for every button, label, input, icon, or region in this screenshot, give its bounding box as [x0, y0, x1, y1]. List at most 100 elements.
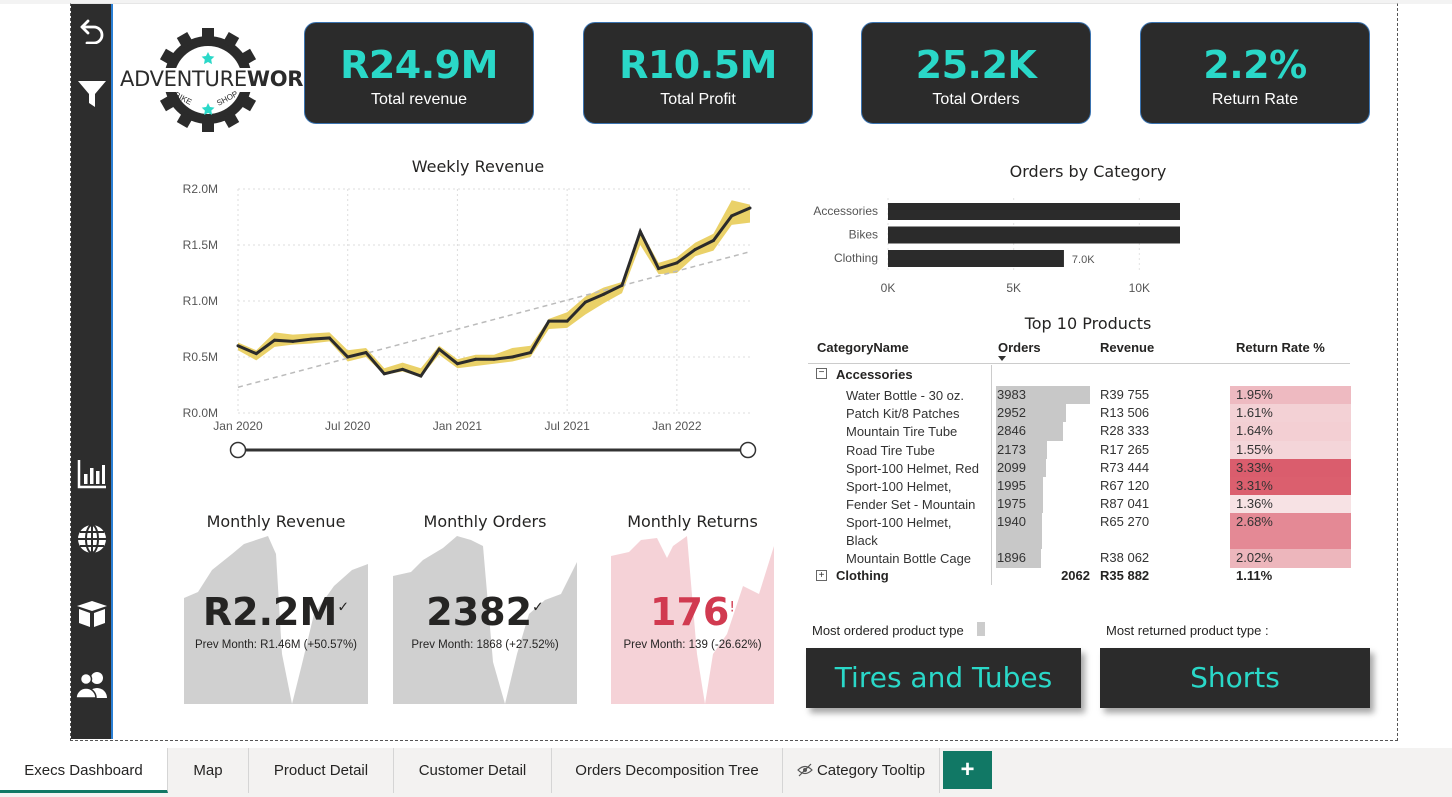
product-name: Sport-100 Helmet, Black: [846, 515, 952, 549]
revenue-point: [675, 261, 679, 265]
kpi-card-monthly-orders[interactable]: Monthly Orders 2382✓ Prev Month: 1868 (+27…: [393, 506, 577, 706]
x-tick-label: Jan 2021: [433, 419, 483, 433]
top10-title: Top 10 Products: [1024, 314, 1152, 333]
tab-category-tooltip[interactable]: Category Tooltip: [783, 748, 940, 793]
date-slider-end-handle[interactable]: [739, 441, 757, 459]
revenue-value: R17 265: [1100, 441, 1150, 457]
table-row[interactable]: Sport-100 Helmet, 1995 R67 120 3.31%: [808, 477, 1351, 496]
product-name: Road Tire Tube: [846, 442, 935, 458]
revenue-line: [237, 206, 751, 378]
card-title: Monthly Returns: [627, 512, 758, 531]
card-value: 176!: [650, 590, 735, 634]
revenue-point: [455, 362, 459, 366]
return-rate-value: 1.95%: [1236, 387, 1273, 402]
trend-line: [237, 250, 751, 388]
header-divider: [808, 363, 1350, 364]
revenue-point: [419, 374, 423, 378]
most-ordered-value[interactable]: Tires and Tubes: [806, 648, 1081, 708]
col-header-orders[interactable]: Orders: [998, 340, 1041, 355]
category-label: Bikes: [849, 228, 878, 242]
orders-value: 2099: [997, 459, 1026, 475]
return-rate-value: 1.64%: [1236, 423, 1273, 439]
most-returned-value[interactable]: Shorts: [1100, 648, 1370, 708]
category-label: Clothing: [834, 251, 878, 265]
most-ordered-label: Most ordered product type: [812, 623, 964, 638]
revenue-point: [638, 230, 642, 234]
orders-value: 1940: [997, 514, 1026, 530]
most-returned-label: Most returned product type :: [1106, 623, 1269, 638]
table-row[interactable]: Mountain Bottle Cage 1896 R38 062 2.02%: [808, 549, 1351, 568]
kpi-card-monthly-returns[interactable]: Monthly Returns 176! Prev Month: 139 (-26.…: [611, 506, 774, 706]
category-bar[interactable]: [888, 203, 1180, 220]
table-row[interactable]: Patch Kit/8 Patches 2952 R13 506 1.61%: [808, 404, 1351, 423]
revenue-point: [474, 357, 478, 361]
bar-chart-icon[interactable]: [71, 456, 113, 492]
weekly-revenue-title: Weekly Revenue: [411, 157, 545, 176]
tab-orders-decomposition-tree[interactable]: Orders Decomposition Tree: [552, 748, 783, 793]
x-tick-label: 0K: [881, 281, 896, 295]
product-name: Patch Kit/8 Patches: [846, 406, 960, 422]
tab-customer-detail[interactable]: Customer Detail: [394, 748, 552, 793]
revenue-point: [236, 344, 240, 348]
kpi-card-monthly-revenue[interactable]: Monthly Revenue R2.2M✓ Prev Month: R1.46M …: [184, 506, 368, 706]
box-icon[interactable]: [71, 596, 113, 632]
table-row[interactable]: Fender Set - Mountain 1975 R87 041 1.36%: [808, 495, 1351, 514]
expand-icon[interactable]: +: [816, 570, 827, 581]
weekly-revenue-chart[interactable]: R2.0M R1.5M R1.0M R0.5M R0.0M Jan 2020 Jul 20…: [160, 176, 780, 466]
table-row[interactable]: Sport-100 Helmet, Red 2099 R73 444 3.33%: [808, 458, 1351, 477]
globe-icon[interactable]: [71, 521, 113, 557]
product-name: Sport-100 Helmet, Red: [846, 460, 979, 476]
revenue-value: R73 444: [1100, 459, 1150, 475]
logo-text: ADVENTUREWORKS: [120, 67, 334, 91]
col-header-return-rate[interactable]: Return Rate %: [1236, 340, 1325, 355]
card-subtitle: Prev Month: 1868 (+27.52%): [411, 639, 559, 651]
table-row[interactable]: Road Tire Tube 2173 R17 265 1.55%: [808, 440, 1351, 459]
table-row[interactable]: Mountain Tire Tube 2846 R28 333 1.64%: [808, 422, 1351, 441]
users-icon[interactable]: [71, 667, 113, 703]
revenue-point: [730, 214, 734, 218]
orders-by-category-title: Orders by Category: [1009, 162, 1167, 181]
add-page-button[interactable]: +: [943, 751, 992, 789]
orders-value: 2846: [997, 423, 1026, 439]
revenue-point: [401, 367, 405, 371]
revenue-value: R65 270: [1100, 514, 1150, 530]
product-name: Mountain Bottle Cage: [846, 551, 972, 567]
tab-map[interactable]: Map: [168, 748, 249, 793]
revenue-value: R13 506: [1100, 405, 1150, 421]
y-tick-label: R0.0M: [183, 406, 218, 420]
category-label: Accessories: [813, 204, 878, 218]
tab-product-detail[interactable]: Product Detail: [249, 748, 394, 793]
back-arrow-icon[interactable]: [71, 12, 113, 48]
collapse-icon[interactable]: −: [816, 368, 827, 379]
card-subtitle: Prev Month: 139 (-26.62%): [623, 639, 762, 651]
col-header-category[interactable]: CategoryName: [817, 340, 909, 355]
kpi-label: Total Orders: [932, 91, 1020, 108]
filter-icon[interactable]: [71, 76, 113, 112]
return-rate-value: 1.55%: [1236, 441, 1273, 457]
revenue-point: [693, 247, 697, 251]
y-tick-label: R1.5M: [183, 238, 218, 252]
kpi-value: R10.5M: [619, 43, 777, 87]
kpi-value: R24.9M: [340, 43, 498, 87]
x-tick-label: 10K: [1129, 281, 1150, 295]
tab-execs-dashboard[interactable]: Execs Dashboard: [0, 748, 168, 793]
date-slider-start-handle[interactable]: [229, 441, 247, 459]
orders-by-category-chart[interactable]: Accessories17.0KBikes13.9KClothing7.0K 0…: [800, 192, 1180, 304]
revenue-point: [437, 347, 441, 351]
y-tick-label: R0.5M: [183, 350, 218, 364]
kpi-value: 2.2%: [1203, 43, 1307, 87]
clothing-return-rate: 1.11%: [1236, 568, 1273, 583]
kpi-label: Total Profit: [660, 91, 736, 108]
revenue-point: [492, 357, 496, 361]
orders-value: 3983: [997, 387, 1026, 402]
table-row[interactable]: Water Bottle - 30 oz. 3983 R39 755 1.95%: [808, 386, 1351, 405]
table-row[interactable]: Sport-100 Helmet, Black 1940 R65 270 2.68%: [808, 513, 1351, 550]
category-bar[interactable]: [888, 226, 1180, 244]
y-tick-label: R2.0M: [183, 182, 218, 196]
orders-value: 2173: [997, 441, 1026, 457]
col-header-revenue[interactable]: Revenue: [1100, 340, 1154, 355]
card-title: Monthly Orders: [423, 512, 547, 531]
revenue-value: R87 041: [1100, 496, 1150, 512]
top10-table[interactable]: CategoryName Orders Revenue Return Rate …: [808, 332, 1354, 588]
category-bar[interactable]: [888, 250, 1064, 267]
